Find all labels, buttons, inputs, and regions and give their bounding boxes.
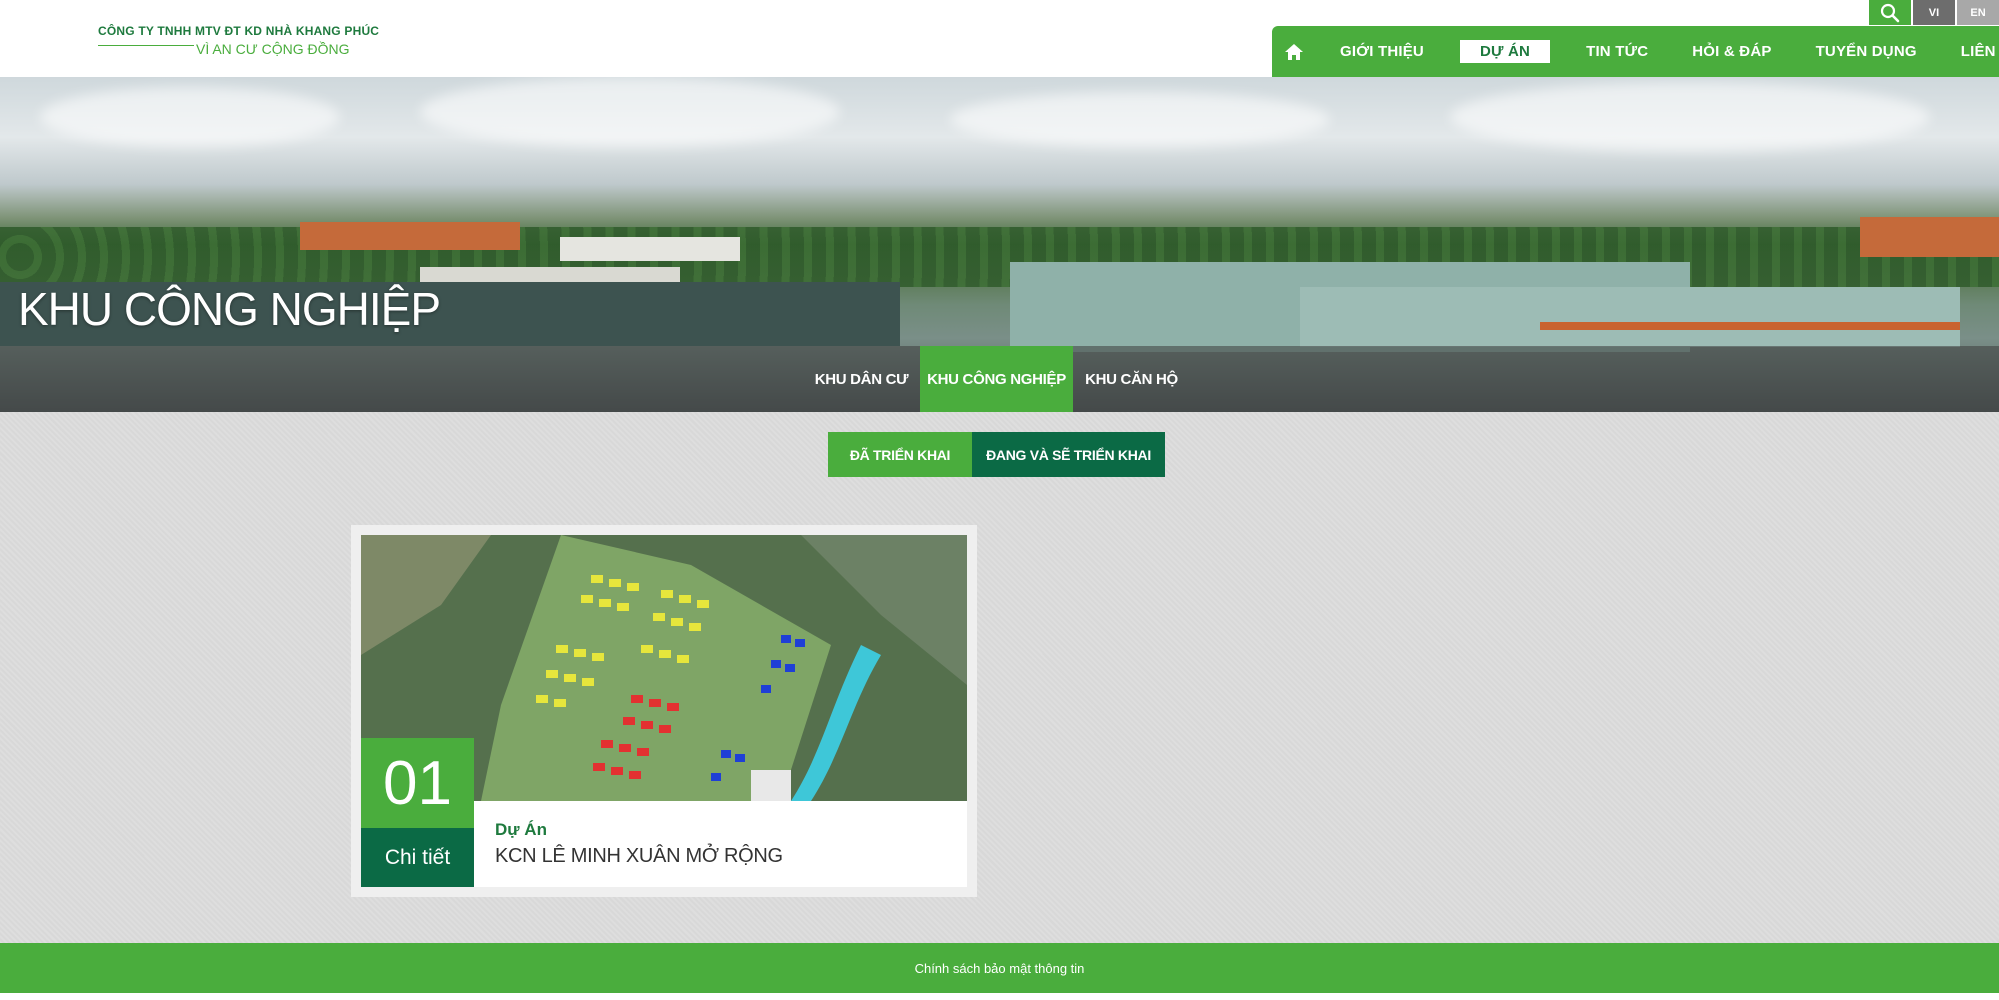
banner-cloud bbox=[40, 87, 340, 147]
bottom-strip bbox=[0, 993, 1999, 1000]
top-tools: VI EN bbox=[1869, 0, 1999, 25]
nav-home-button[interactable] bbox=[1284, 39, 1304, 65]
filter-da-trien-khai[interactable]: ĐÃ TRIỂN KHAI bbox=[828, 432, 972, 477]
category-subnav: KHU DÂN CƯ KHU CÔNG NGHIỆP KHU CĂN HỘ bbox=[0, 346, 1190, 412]
status-filter: ĐÃ TRIỂN KHAI ĐANG VÀ SẼ TRIỂN KHAI bbox=[828, 432, 1165, 477]
nav-item-tuyen-dung[interactable]: TUYỂN DỤNG bbox=[1808, 39, 1925, 64]
subnav-khu-can-ho[interactable]: KHU CĂN HỘ bbox=[1073, 346, 1190, 412]
nav-item-du-an[interactable]: DỰ ÁN bbox=[1459, 40, 1551, 63]
banner-roof bbox=[560, 237, 740, 261]
banner-roof bbox=[300, 222, 520, 250]
banner-cloud bbox=[420, 77, 840, 147]
site-header: CÔNG TY TNHH MTV ĐT KD NHÀ KHANG PHÚC VÌ… bbox=[0, 0, 1999, 77]
search-icon bbox=[1880, 3, 1900, 22]
company-name: CÔNG TY TNHH MTV ĐT KD NHÀ KHANG PHÚC bbox=[98, 24, 380, 38]
logo-divider bbox=[98, 45, 194, 46]
project-number: 01 bbox=[361, 738, 474, 828]
project-kicker: Dự Án bbox=[495, 820, 547, 839]
project-title[interactable]: KCN LÊ MINH XUÂN MỞ RỘNG bbox=[495, 845, 783, 868]
nav-item-gioi-thieu[interactable]: GIỚI THIỆU bbox=[1332, 39, 1432, 64]
banner-cloud bbox=[1450, 82, 1930, 152]
banner-roof bbox=[1300, 287, 1960, 347]
home-icon bbox=[1285, 43, 1303, 60]
project-detail-button[interactable]: Chi tiết bbox=[361, 828, 474, 887]
subnav-khu-dan-cu[interactable]: KHU DÂN CƯ bbox=[812, 346, 911, 412]
language-vi-button[interactable]: VI bbox=[1913, 0, 1955, 25]
main-nav: GIỚI THIỆU DỰ ÁN TIN TỨC HỎI & ĐÁP TUYỂN… bbox=[1272, 26, 1999, 77]
subnav-khu-cong-nghiep[interactable]: KHU CÔNG NGHIỆP bbox=[920, 346, 1073, 412]
company-slogan: VÌ AN CƯ CỘNG ĐỒNG bbox=[196, 41, 350, 57]
search-button[interactable] bbox=[1869, 0, 1911, 25]
page-title: KHU CÔNG NGHIỆP bbox=[18, 283, 441, 335]
banner-roof bbox=[1540, 322, 1960, 330]
nav-item-tin-tuc[interactable]: TIN TỨC bbox=[1578, 39, 1656, 64]
filter-dang-va-se-trien-khai[interactable]: ĐANG VÀ SẼ TRIỂN KHAI bbox=[972, 432, 1165, 477]
project-card[interactable]: 01 Chi tiết Dự Án KCN LÊ MINH XUÂN MỞ RỘ… bbox=[351, 525, 977, 897]
nav-item-hoi-dap[interactable]: HỎI & ĐÁP bbox=[1684, 39, 1779, 64]
company-logo[interactable]: CÔNG TY TNHH MTV ĐT KD NHÀ KHANG PHÚC VÌ… bbox=[98, 24, 380, 57]
privacy-policy-link[interactable]: Chính sách bảo mật thông tin bbox=[915, 961, 1085, 976]
banner-roof bbox=[1860, 217, 1999, 257]
nav-item-lien-he[interactable]: LIÊN HỆ bbox=[1953, 39, 1999, 64]
site-footer: Chính sách bảo mật thông tin bbox=[0, 943, 1999, 993]
banner-cloud bbox=[950, 92, 1330, 147]
language-en-button[interactable]: EN bbox=[1957, 0, 1999, 25]
hero-banner: KHU CÔNG NGHIỆP KHU DÂN CƯ KHU CÔNG NGHI… bbox=[0, 77, 1999, 412]
